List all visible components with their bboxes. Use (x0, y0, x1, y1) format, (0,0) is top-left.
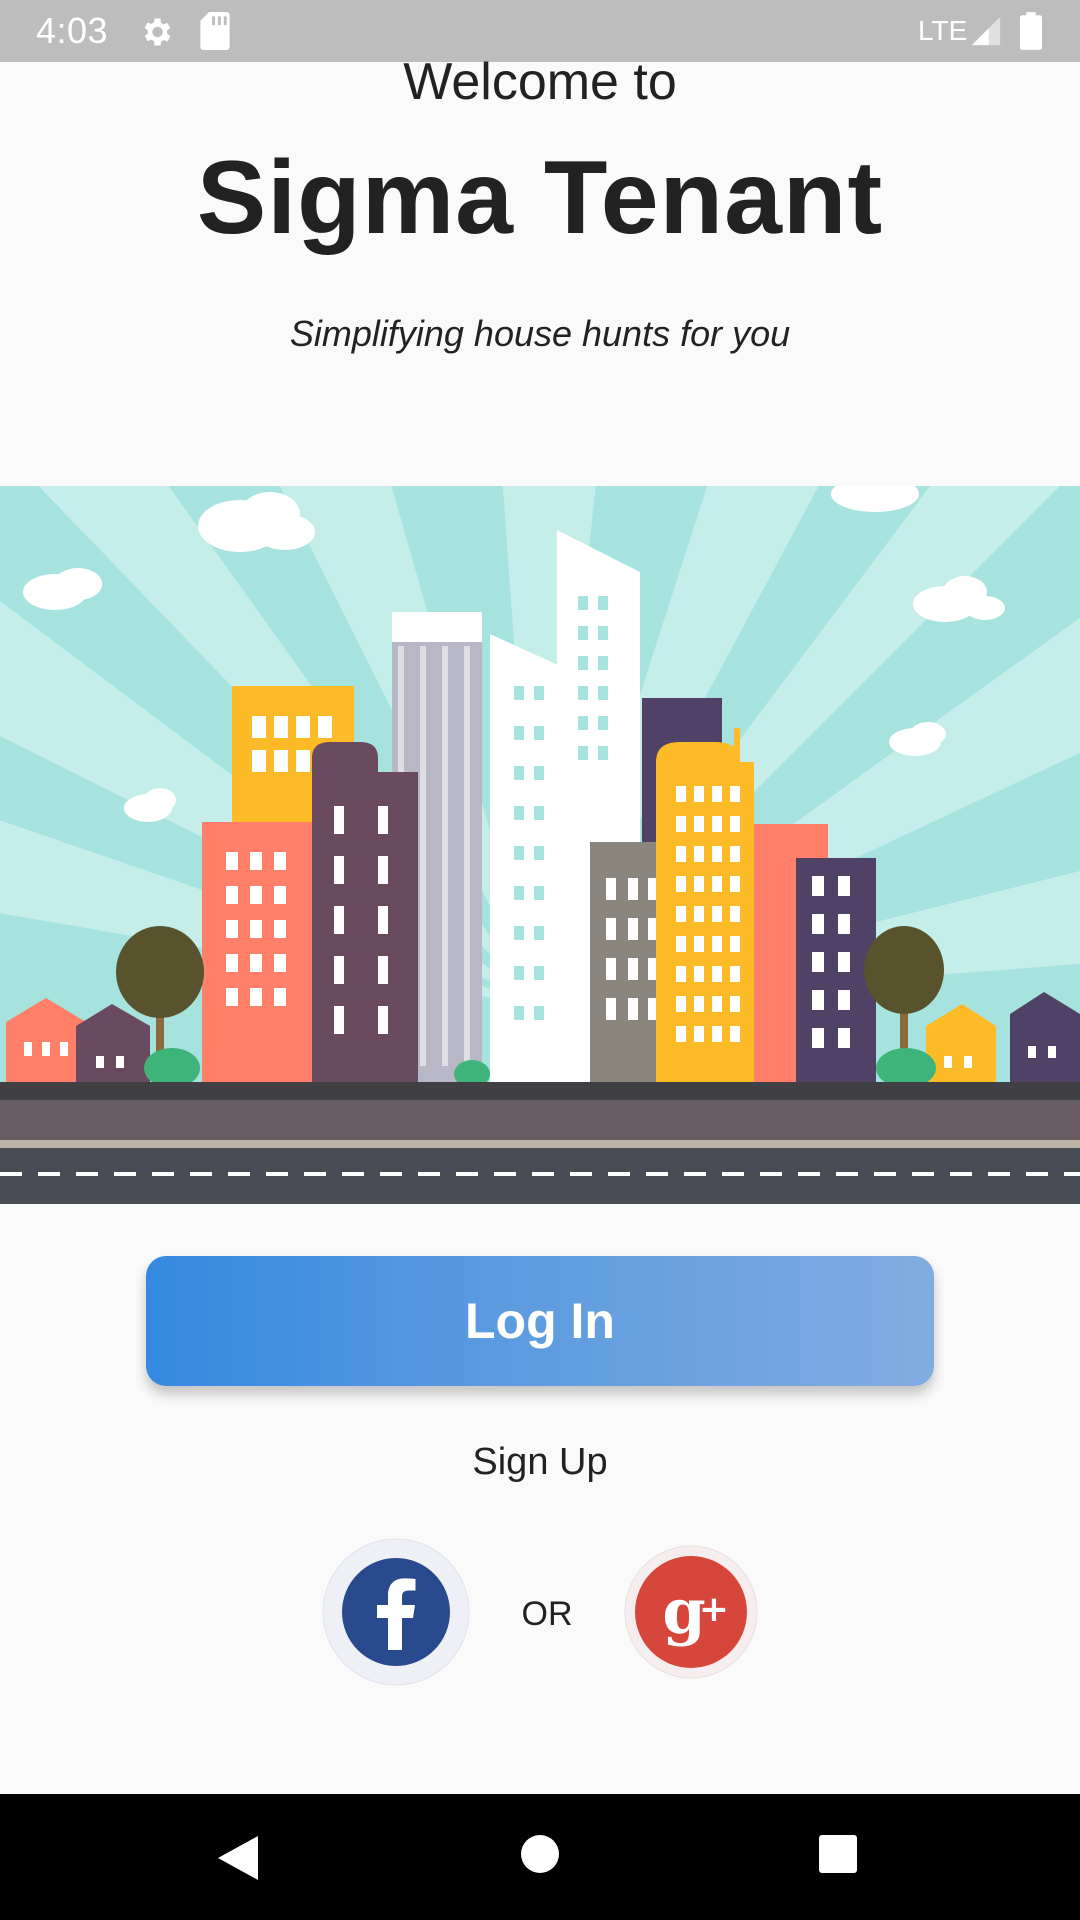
signup-link[interactable]: Sign Up (340, 1436, 740, 1488)
svg-text:+: + (699, 1589, 729, 1630)
city-skyline-illustration (0, 486, 1080, 1204)
facebook-icon (322, 1538, 470, 1686)
network-type: LTE (918, 15, 968, 46)
navigation-bar (0, 1794, 1080, 1920)
sd-card-icon (200, 12, 230, 50)
settings-gear-icon (144, 18, 171, 46)
battery-icon (1020, 12, 1042, 50)
google-login-button[interactable]: g + (624, 1545, 758, 1679)
signal-icon (971, 16, 1001, 46)
login-button[interactable]: Log In (146, 1256, 934, 1386)
home-icon[interactable] (518, 1832, 562, 1876)
tagline: Simplifying house hunts for you (289, 313, 791, 354)
login-screen: 4:03 LTE Welcome to Sigma Tenant Simplif… (0, 0, 1080, 1920)
facebook-login-button[interactable] (322, 1538, 470, 1686)
recents-icon[interactable] (816, 1832, 860, 1876)
or-separator: OR (521, 1595, 573, 1633)
back-icon[interactable] (214, 1832, 262, 1884)
google-plus-icon: g + (624, 1545, 758, 1679)
app-title: Sigma Tenant (196, 140, 884, 256)
status-time: 4:03 (36, 10, 109, 51)
welcome-text: Welcome to (403, 53, 677, 111)
